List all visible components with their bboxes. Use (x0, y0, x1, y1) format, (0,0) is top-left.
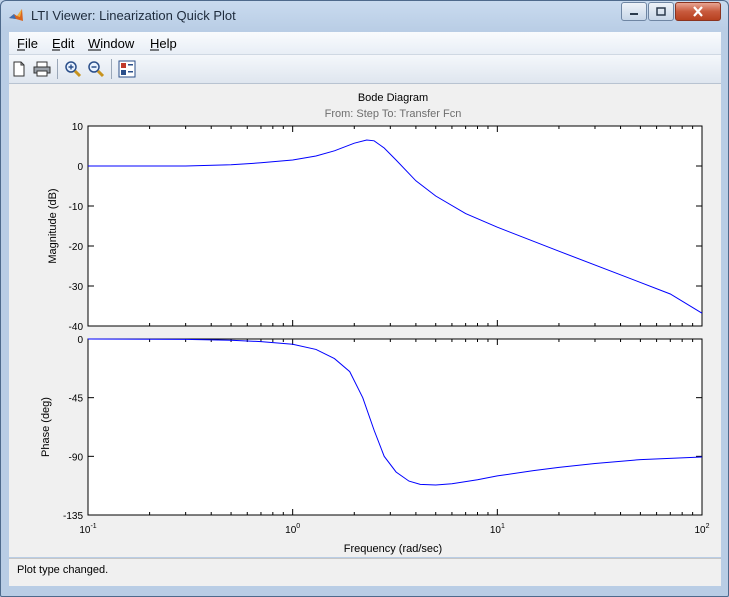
status-text: Plot type changed. (17, 564, 109, 576)
y-tick-label: -45 (69, 394, 84, 405)
new-figure-button[interactable] (9, 59, 29, 79)
x-tick-label: 100 (285, 523, 300, 536)
menu-edit[interactable]: Edit (52, 36, 74, 51)
y-tick-label: -135 (63, 511, 83, 522)
zoom-out-icon (88, 61, 105, 78)
bode-diagram[interactable]: Bode Diagram From: Step To: Transfer Fcn… (9, 84, 721, 557)
menu-help[interactable]: Help (150, 36, 177, 51)
menu-window[interactable]: Window (88, 36, 134, 51)
close-icon (693, 6, 703, 17)
x-tick-label: 101 (490, 523, 505, 536)
plot-title: Bode Diagram (358, 92, 428, 104)
y-tick-label: -30 (69, 282, 84, 293)
window-title: LTI Viewer: Linearization Quick Plot (31, 8, 236, 23)
status-bar: Plot type changed. (9, 558, 721, 586)
close-button[interactable] (675, 2, 721, 21)
new-figure-icon (13, 61, 25, 77)
title-bar[interactable]: LTI Viewer: Linearization Quick Plot (1, 1, 728, 31)
lti-viewer-window: LTI Viewer: Linearization Quick Plot Fil… (0, 0, 729, 597)
menu-bar: File Edit Window Help (9, 32, 721, 55)
minimize-icon (630, 12, 638, 15)
matlab-logo-icon (9, 9, 23, 21)
x-tick-label: 10-1 (79, 523, 96, 536)
magnitude-axes[interactable]: 10 0 -10 -20 -30 -40 Magnitude (dB) (47, 122, 703, 333)
phase-axes[interactable]: 0 -45 -90 -135 Phase (deg) (40, 335, 703, 522)
y-tick-label: -40 (69, 322, 84, 333)
toolbar-separator (111, 59, 112, 79)
y-tick-label: -10 (69, 202, 84, 213)
y-tick-label: -90 (69, 452, 84, 463)
maximize-icon (656, 7, 666, 16)
figure-area: Bode Diagram From: Step To: Transfer Fcn… (9, 84, 721, 557)
zoom-out-button[interactable] (86, 59, 106, 79)
plot-subtitle: From: Step To: Transfer Fcn (325, 108, 462, 120)
minimize-button[interactable] (621, 2, 647, 21)
zoom-in-button[interactable] (63, 59, 83, 79)
toolbar-separator (57, 59, 58, 79)
x-tick-labels: 10-1 100 101 102 (79, 523, 709, 536)
magnitude-y-label: Magnitude (dB) (47, 188, 59, 263)
y-tick-label: 10 (72, 122, 84, 133)
toolbar (9, 55, 721, 84)
y-tick-label: 0 (77, 162, 83, 173)
menu-file[interactable]: File (17, 36, 38, 51)
plot-config-icon (118, 60, 136, 78)
y-tick-label: -20 (69, 242, 84, 253)
maximize-button[interactable] (648, 2, 674, 21)
plot-configurations-button[interactable] (117, 59, 137, 79)
phase-y-label: Phase (deg) (40, 397, 52, 457)
x-axis-label: Frequency (rad/sec) (344, 543, 442, 555)
y-tick-label: 0 (77, 335, 83, 346)
x-tick-label: 102 (694, 523, 709, 536)
print-icon (33, 61, 51, 77)
zoom-in-icon (65, 61, 82, 78)
print-button[interactable] (32, 59, 52, 79)
